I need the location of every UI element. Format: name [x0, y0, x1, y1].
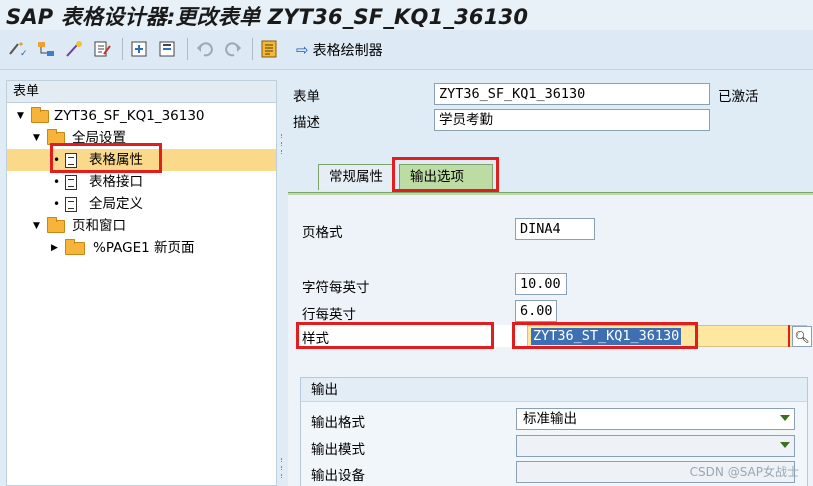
- expand-arrow-icon[interactable]: ▼: [17, 105, 24, 127]
- annotation-box-output-tab: [392, 157, 499, 192]
- status-text: 已激活: [718, 89, 759, 105]
- tree-item-pages-windows[interactable]: ▼ 页和窗口: [7, 215, 276, 237]
- tree-item-label: ZYT36_SF_KQ1_36130: [54, 108, 205, 124]
- splitter-grip[interactable]: [281, 150, 285, 154]
- splitter-grip[interactable]: [281, 474, 285, 478]
- toolbar-separator: [252, 38, 253, 60]
- form-name-field[interactable]: ZYT36_SF_KQ1_36130: [434, 83, 710, 105]
- hierarchy-icon[interactable]: [36, 39, 56, 59]
- edit-doc-icon[interactable]: [92, 39, 112, 59]
- delete-icon[interactable]: [158, 39, 178, 59]
- tree-header: 表单: [7, 81, 276, 103]
- toolbar-separator: [187, 38, 188, 60]
- annotation-box-form-attributes: [50, 143, 162, 173]
- tree-item-label: 全局定义: [89, 196, 143, 212]
- chars-per-inch-label: 字符每英寸: [302, 280, 370, 296]
- output-format-value: 标准输出: [523, 411, 577, 427]
- watermark: CSDN @SAP女战士: [689, 465, 799, 479]
- folder-open-icon: [31, 107, 49, 123]
- tree-item-form-interface[interactable]: • 表格接口: [7, 171, 276, 193]
- folder-open-icon: [47, 217, 65, 233]
- form-painter-label: 表格绘制器: [312, 43, 383, 59]
- form-label: 表单: [293, 89, 320, 105]
- chevron-down-icon: [780, 442, 790, 448]
- document-icon: [65, 197, 77, 212]
- magic-wand-icon[interactable]: [64, 39, 84, 59]
- form-painter-button[interactable]: ⇨ 表格绘制器: [296, 40, 383, 60]
- insert-icon[interactable]: [130, 39, 150, 59]
- window-title: SAP 表格设计器:更改表单 ZYT36_SF_KQ1_36130: [6, 5, 529, 29]
- description-field[interactable]: 学员考勤: [434, 109, 710, 131]
- wand-check-icon[interactable]: ✓: [8, 39, 28, 59]
- output-format-label: 输出格式: [311, 415, 365, 431]
- output-mode-select[interactable]: [516, 435, 795, 457]
- bullet-icon: •: [53, 197, 61, 211]
- tree-item-label: 页和窗口: [72, 218, 126, 234]
- tree-item-form-root[interactable]: ▼ ZYT36_SF_KQ1_36130: [7, 105, 276, 127]
- chars-per-inch-field[interactable]: 10.00: [515, 273, 567, 295]
- lines-per-inch-field[interactable]: 6.00: [515, 300, 557, 322]
- lines-per-inch-label: 行每英寸: [302, 307, 356, 323]
- expand-arrow-icon[interactable]: ▼: [33, 127, 40, 149]
- output-mode-label: 输出模式: [311, 442, 365, 458]
- description-label: 描述: [293, 115, 320, 131]
- form-attributes-panel: 表单 ZYT36_SF_KQ1_36130 已激活 描述 学员考勤 常规属性 输…: [288, 80, 813, 486]
- toolbar-separator: [122, 38, 123, 60]
- annotation-box-style-label: [296, 322, 494, 349]
- tree-item-page1[interactable]: ▶ %PAGE1 新页面: [7, 237, 276, 259]
- collapse-arrow-icon[interactable]: ▶: [51, 237, 58, 259]
- output-group-title: 输出: [301, 378, 807, 402]
- undo-icon[interactable]: [195, 39, 215, 59]
- splitter-grip[interactable]: [281, 458, 285, 462]
- splitter-grip[interactable]: [281, 466, 285, 470]
- form-painter-icon[interactable]: [260, 39, 280, 59]
- expand-arrow-icon[interactable]: ▼: [33, 215, 40, 237]
- arrow-right-icon: ⇨: [296, 41, 309, 59]
- splitter-grip[interactable]: [281, 134, 285, 138]
- redo-icon[interactable]: [223, 39, 243, 59]
- tab-general-attributes[interactable]: 常规属性: [318, 164, 394, 190]
- splitter-grip[interactable]: [281, 142, 285, 146]
- output-device-label: 输出设备: [311, 468, 365, 484]
- output-format-select[interactable]: 标准输出: [516, 408, 795, 430]
- tree-item-label: %PAGE1 新页面: [93, 240, 195, 256]
- search-icon: 🔍︎: [794, 329, 810, 344]
- tree-item-global-definitions[interactable]: • 全局定义: [7, 193, 276, 215]
- form-tree-panel: 表单 ▼ ZYT36_SF_KQ1_36130 ▼ 全局设置 • 表格属性 • …: [6, 80, 277, 486]
- title-bar: SAP 表格设计器:更改表单 ZYT36_SF_KQ1_36130: [0, 0, 813, 30]
- svg-text:✓: ✓: [20, 49, 28, 58]
- page-format-field[interactable]: DINA4: [515, 218, 595, 240]
- application-toolbar: ✓ ⇨ 表格绘制器: [0, 30, 813, 70]
- page-format-label: 页格式: [302, 225, 343, 241]
- annotation-box-style-value: [512, 322, 698, 349]
- search-help-button[interactable]: 🔍︎: [792, 326, 812, 347]
- chevron-down-icon: [780, 415, 790, 421]
- bullet-icon: •: [53, 175, 61, 189]
- document-icon: [65, 175, 77, 190]
- folder-icon: [65, 239, 85, 255]
- panel-splitter[interactable]: [279, 80, 287, 486]
- tree-item-label: 表格接口: [89, 174, 143, 190]
